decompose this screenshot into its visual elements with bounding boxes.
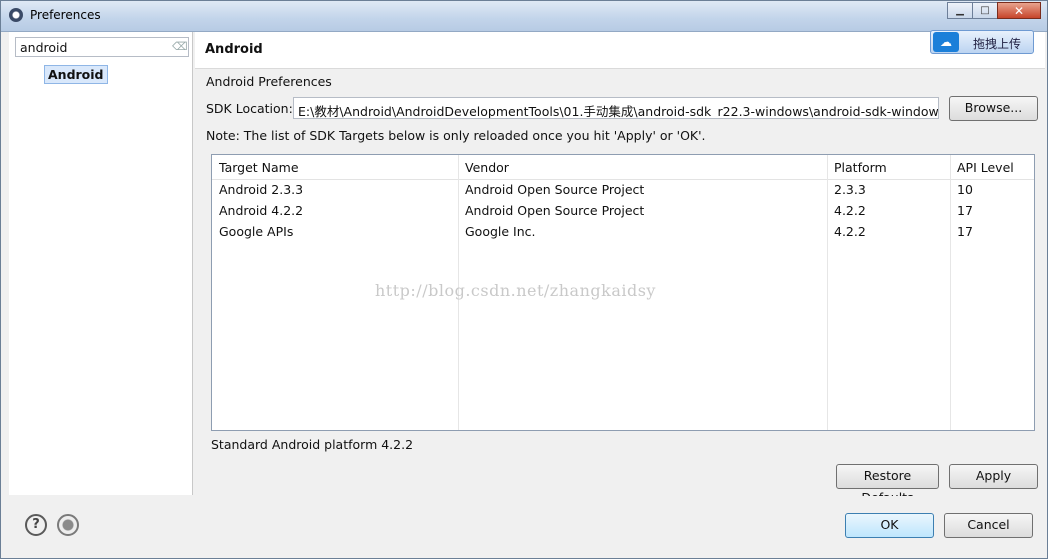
filter-input[interactable]: android ⌫: [15, 37, 189, 57]
table-row[interactable]: Google APIs Google Inc. 4.2.2 17: [212, 222, 1034, 243]
page-header: Android ☁ 拖拽上传: [195, 30, 1045, 69]
cloud-icon: ☁: [933, 32, 959, 52]
cell-api-level: 17: [957, 224, 973, 239]
column-header-platform[interactable]: Platform: [834, 160, 887, 175]
apply-button[interactable]: Apply: [949, 464, 1038, 489]
upload-button-label: 拖拽上传: [973, 37, 1022, 51]
upload-button[interactable]: ☁ 拖拽上传: [930, 30, 1034, 54]
table-row[interactable]: Android 2.3.3 Android Open Source Projec…: [212, 180, 1034, 201]
title-bar: Preferences ▁ □ ✕: [1, 1, 1047, 32]
cell-platform: 4.2.2: [834, 224, 866, 239]
dialog-footer: ? OK Cancel: [1, 496, 1047, 558]
preference-tree-pane: android ⌫ Android: [9, 32, 193, 495]
tree-item-android[interactable]: Android: [44, 65, 108, 84]
browse-button[interactable]: Browse...: [949, 96, 1038, 121]
sdk-note: Note: The list of SDK Targets below is o…: [206, 128, 706, 143]
cell-target-name: Android 4.2.2: [219, 203, 304, 218]
table-header: Target Name Vendor Platform API Level: [212, 155, 1034, 180]
cell-target-name: Android 2.3.3: [219, 182, 304, 197]
maximize-icon: □: [980, 5, 990, 16]
preferences-gear-icon: [9, 8, 23, 22]
close-icon: ✕: [1013, 3, 1025, 18]
close-button[interactable]: ✕: [997, 2, 1041, 19]
cell-vendor: Android Open Source Project: [465, 203, 645, 218]
cell-vendor: Android Open Source Project: [465, 182, 645, 197]
window-controls: ▁ □ ✕: [947, 2, 1041, 20]
minimize-icon: ▁: [956, 5, 964, 16]
cell-api-level: 10: [957, 182, 973, 197]
cancel-button[interactable]: Cancel: [944, 513, 1033, 538]
window-title: Preferences: [30, 8, 101, 22]
preference-page: Android ☁ 拖拽上传 Android Preferences SDK L…: [195, 30, 1045, 505]
cell-platform: 4.2.2: [834, 203, 866, 218]
filter-value: android: [20, 40, 68, 55]
column-header-api-level[interactable]: API Level: [957, 160, 1014, 175]
record-icon[interactable]: [57, 514, 79, 536]
cell-target-name: Google APIs: [219, 224, 294, 239]
watermark-text: http://blog.csdn.net/zhangkaidsy: [375, 281, 656, 300]
restore-defaults-button[interactable]: Restore Defaults: [836, 464, 939, 505]
cell-platform: 2.3.3: [834, 182, 866, 197]
sdk-location-field[interactable]: E:\教材\Android\AndroidDevelopmentTools\01…: [293, 97, 939, 119]
minimize-button[interactable]: ▁: [947, 2, 973, 19]
cell-vendor: Google Inc.: [465, 224, 536, 239]
column-header-vendor[interactable]: Vendor: [465, 160, 509, 175]
preferences-window: Preferences ▁ □ ✕ android ⌫ Android Andr…: [0, 0, 1048, 559]
sdk-location-label: SDK Location:: [206, 101, 293, 116]
table-row[interactable]: Android 4.2.2 Android Open Source Projec…: [212, 201, 1034, 222]
selected-target-description: Standard Android platform 4.2.2: [211, 437, 414, 452]
help-icon[interactable]: ?: [25, 514, 47, 536]
sdk-targets-table[interactable]: Target Name Vendor Platform API Level An…: [211, 154, 1035, 431]
page-title: Android: [205, 42, 263, 57]
column-header-target-name[interactable]: Target Name: [219, 160, 299, 175]
ok-button[interactable]: OK: [845, 513, 934, 538]
cell-api-level: 17: [957, 203, 973, 218]
clear-filter-icon[interactable]: ⌫: [172, 41, 188, 53]
section-label: Android Preferences: [206, 74, 332, 89]
maximize-button[interactable]: □: [972, 2, 998, 19]
